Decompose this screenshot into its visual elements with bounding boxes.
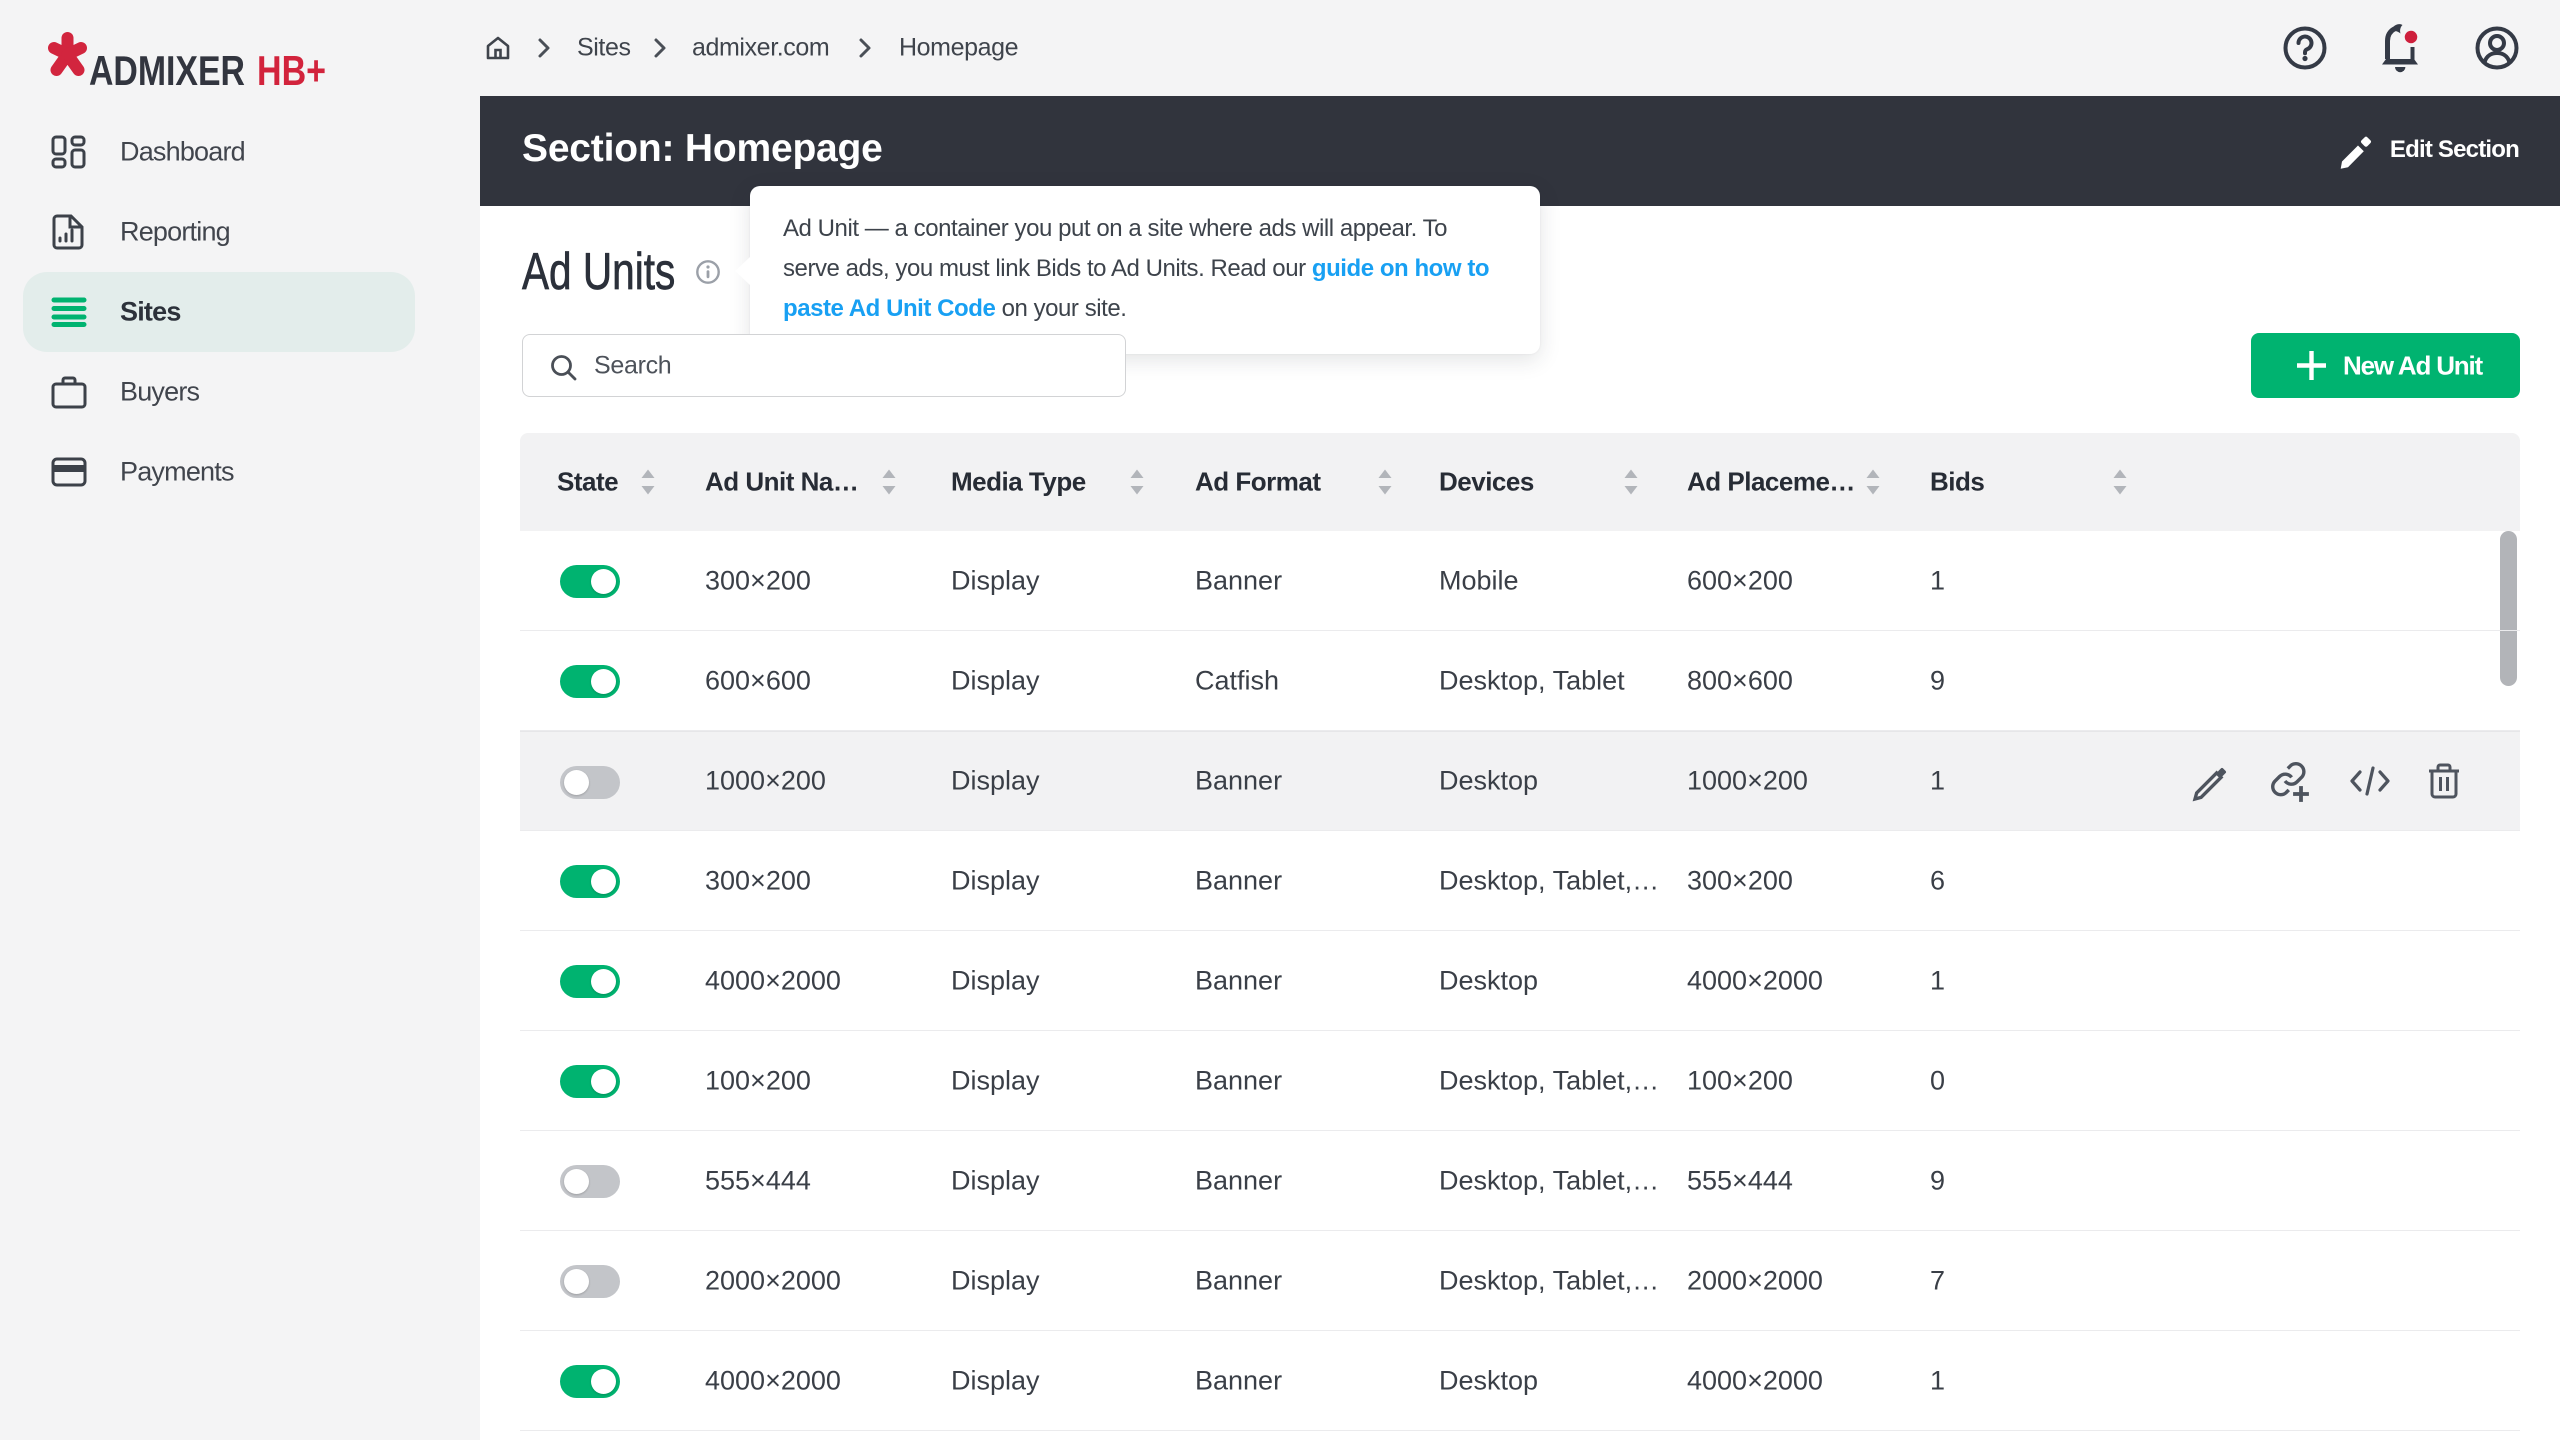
svg-text:HB+: HB+ (257, 47, 326, 92)
svg-text:ADMIXER: ADMIXER (89, 47, 245, 92)
